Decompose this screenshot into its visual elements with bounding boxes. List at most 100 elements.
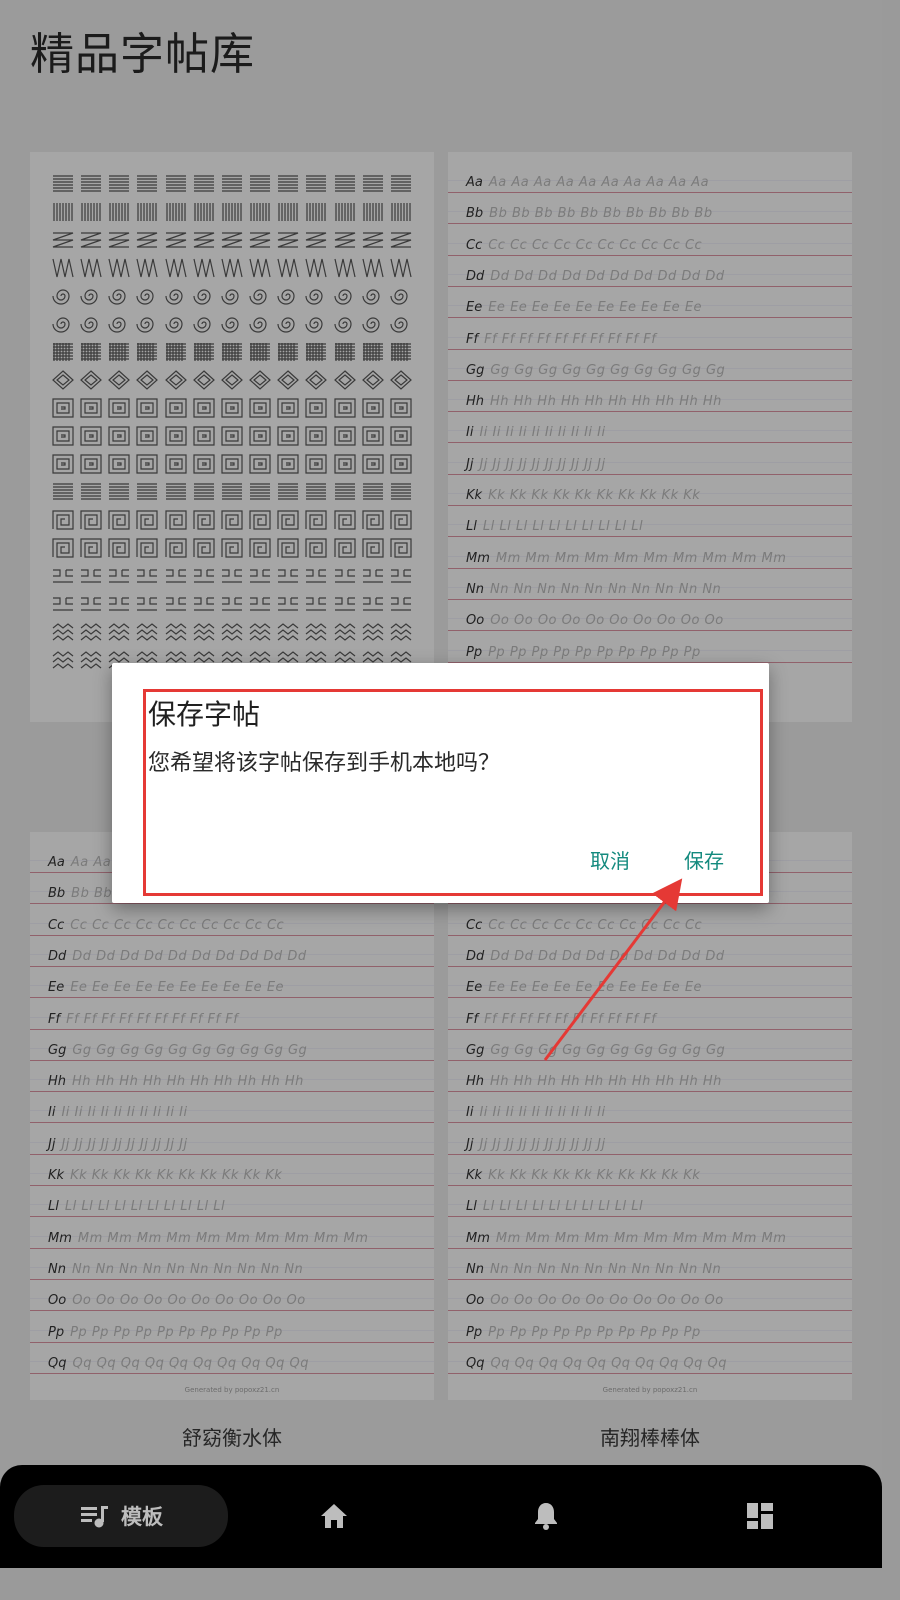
letter-trace: Bb Bb Bb Bb Bb Bb Bb Bb Bb Bb	[489, 206, 713, 222]
pattern-tile	[109, 232, 130, 248]
letter-pair: Pp	[466, 1324, 483, 1340]
pattern-tile	[249, 317, 267, 333]
pattern-tile	[390, 538, 412, 558]
letter-pair: Oo	[48, 1293, 67, 1309]
template-label-nanxiang-bangbang[interactable]: 南翔棒棒体	[449, 1422, 851, 1451]
pattern-tile	[250, 343, 271, 361]
pattern-tile	[137, 597, 158, 611]
letter-row: Qq Qq Qq Qq Qq Qq Qq Qq Qq Qq Qq	[48, 1356, 309, 1371]
letter-row: Nn Nn Nn Nn Nn Nn Nn Nn Nn Nn Nn	[48, 1262, 303, 1277]
letter-row: Ee Ee Ee Ee Ee Ee Ee Ee Ee Ee Ee	[466, 300, 702, 315]
pattern-tile	[52, 510, 74, 530]
template-card-cursive[interactable]: Aa Aa Aa Aa Aa Aa Aa Aa Aa Aa Aa Bb Bb Bb B…	[448, 152, 852, 722]
pattern-tile	[52, 289, 70, 305]
template-library-screen: 精品字帖库 Aa Aa Aa Aa Aa Aa Aa Aa Aa Aa Aa Bb B…	[0, 0, 882, 1568]
letter-row: Hh Hh Hh Hh Hh Hh Hh Hh Hh Hh Hh	[466, 1074, 722, 1089]
baseline	[30, 934, 434, 936]
baseline	[30, 1185, 434, 1186]
pattern-tile	[390, 569, 411, 583]
letter-row: Ee Ee Ee Ee Ee Ee Ee Ee Ee Ee Ee	[466, 980, 702, 995]
pattern-tile	[306, 483, 327, 500]
letter-pair: Dd	[466, 268, 485, 284]
letter-row: Oo Oo Oo Oo Oo Oo Oo Oo Oo Oo Oo	[48, 1293, 306, 1308]
pattern-tile	[165, 569, 186, 583]
pattern-tile	[306, 569, 327, 583]
letter-pair: Qq	[466, 1355, 485, 1371]
pattern-tile	[164, 370, 187, 390]
pattern-tile	[334, 597, 355, 611]
letter-trace: Mm Mm Mm Mm Mm Mm Mm Mm Mm Mm	[495, 550, 787, 566]
pattern-tile	[136, 510, 159, 530]
letter-row: Cc Cc Cc Cc Cc Cc Cc Cc Cc Cc Cc	[466, 918, 702, 933]
letter-pair: Ff	[466, 331, 479, 347]
pattern-row	[52, 426, 412, 446]
letter-row: Ff Ff Ff Ff Ff Ff Ff Ff Ff Ff Ff	[466, 332, 656, 347]
letter-row: Mm Mm Mm Mm Mm Mm Mm Mm Mm Mm Mm	[466, 551, 786, 566]
template-card-nanxiang-bangbang[interactable]: AaAa Aa Aa Aa Aa Aa Aa Aa Aa AaBbBb Bb B…	[448, 832, 852, 1400]
pattern-tile	[362, 426, 384, 446]
template-label-shuyao-hengshui[interactable]: 舒窈衡水体	[31, 1422, 433, 1451]
baseline	[448, 903, 852, 905]
nav-item-home[interactable]	[300, 1485, 368, 1547]
template-icon	[81, 1506, 108, 1528]
pattern-tile	[80, 426, 102, 446]
pattern-tile	[193, 538, 215, 558]
letter-pair: Pp	[48, 1324, 65, 1340]
template-card-shuyao-hengshui[interactable]: AaAa Aa Aa Aa Aa Aa Aa Aa Aa AaBbBb Bb B…	[30, 832, 434, 1400]
letter-row: Ll Ll Ll Ll Ll Ll Ll Ll Ll Ll Ll	[466, 1199, 643, 1214]
pattern-tile	[249, 454, 271, 474]
letter-trace: Cc Cc Cc Cc Cc Cc Cc Cc Cc Cc	[488, 917, 703, 933]
pattern-tile	[305, 398, 328, 418]
template-card-patterns[interactable]	[30, 152, 434, 722]
pattern-tile	[109, 343, 130, 361]
pattern-tile	[193, 623, 215, 641]
letter-pair: Aa	[466, 175, 483, 190]
letter-row: Jj Jj Jj Jj Jj Jj Jj Jj Jj Jj Jj	[466, 457, 606, 472]
pattern-tile	[362, 569, 383, 583]
pattern-tile	[221, 232, 243, 248]
pattern-tile	[221, 175, 242, 192]
pattern-tile	[165, 175, 186, 192]
letter-trace: Ff Ff Ff Ff Ff Ff Ff Ff Ff Ff	[484, 331, 657, 347]
pattern-tile	[249, 398, 271, 418]
pattern-tile	[362, 289, 380, 305]
letter-pair: Gg	[466, 1042, 485, 1058]
letter-trace: Jj Jj Jj Jj Jj Jj Jj Jj Jj Jj	[61, 1136, 188, 1152]
pattern-row	[52, 594, 412, 614]
baseline	[30, 1372, 434, 1374]
baseline	[30, 903, 434, 905]
letter-trace: Ii Ii Ii Ii Ii Ii Ii Ii Ii Ii	[479, 425, 606, 441]
pattern-tile	[221, 454, 243, 474]
letter-pair: Cc	[466, 917, 483, 933]
cancel-button[interactable]: 取消	[590, 845, 630, 874]
pattern-tile	[109, 203, 129, 221]
pattern-tile	[389, 370, 412, 390]
pattern-tile	[249, 370, 271, 390]
letter-row: Oo Oo Oo Oo Oo Oo Oo Oo Oo Oo Oo	[466, 1293, 724, 1308]
save-button[interactable]: 保存	[684, 845, 724, 874]
letter-trace: Dd Dd Dd Dd Dd Dd Dd Dd Dd Dd	[490, 268, 725, 284]
pattern-row	[52, 370, 412, 390]
pattern-tile	[193, 426, 215, 446]
nav-item-dashboard[interactable]	[726, 1485, 794, 1547]
dialog-message: 您希望将该字帖保存到手机本地吗？	[148, 751, 501, 776]
pattern-tile	[108, 317, 126, 333]
pattern-tile	[334, 483, 355, 500]
letter-row: Ll Ll Ll Ll Ll Ll Ll Ll Ll Ll Ll	[48, 1199, 225, 1214]
pattern-tile	[390, 426, 412, 446]
pattern-row	[52, 622, 412, 642]
letter-trace: Qq Qq Qq Qq Qq Qq Qq Qq Qq Qq	[72, 1355, 310, 1371]
dialog-title: 保存字帖	[148, 698, 261, 731]
pattern-tile	[306, 623, 327, 641]
pattern-tile	[334, 203, 355, 221]
pattern-tile	[362, 398, 384, 418]
letter-trace: Nn Nn Nn Nn Nn Nn Nn Nn Nn Nn	[71, 1261, 304, 1277]
nav-item-templates[interactable]: 模板	[14, 1485, 228, 1547]
letter-row: Ff Ff Ff Ff Ff Ff Ff Ff Ff Ff Ff	[466, 1012, 656, 1027]
letter-row: Ee Ee Ee Ee Ee Ee Ee Ee Ee Ee Ee	[48, 980, 284, 995]
letter-row: Oo Oo Oo Oo Oo Oo Oo Oo Oo Oo Oo	[466, 613, 724, 628]
pattern-tile	[222, 203, 242, 221]
nav-item-notifications[interactable]	[512, 1485, 580, 1547]
letter-pair: Hh	[48, 1074, 67, 1090]
pattern-tile	[137, 623, 158, 641]
